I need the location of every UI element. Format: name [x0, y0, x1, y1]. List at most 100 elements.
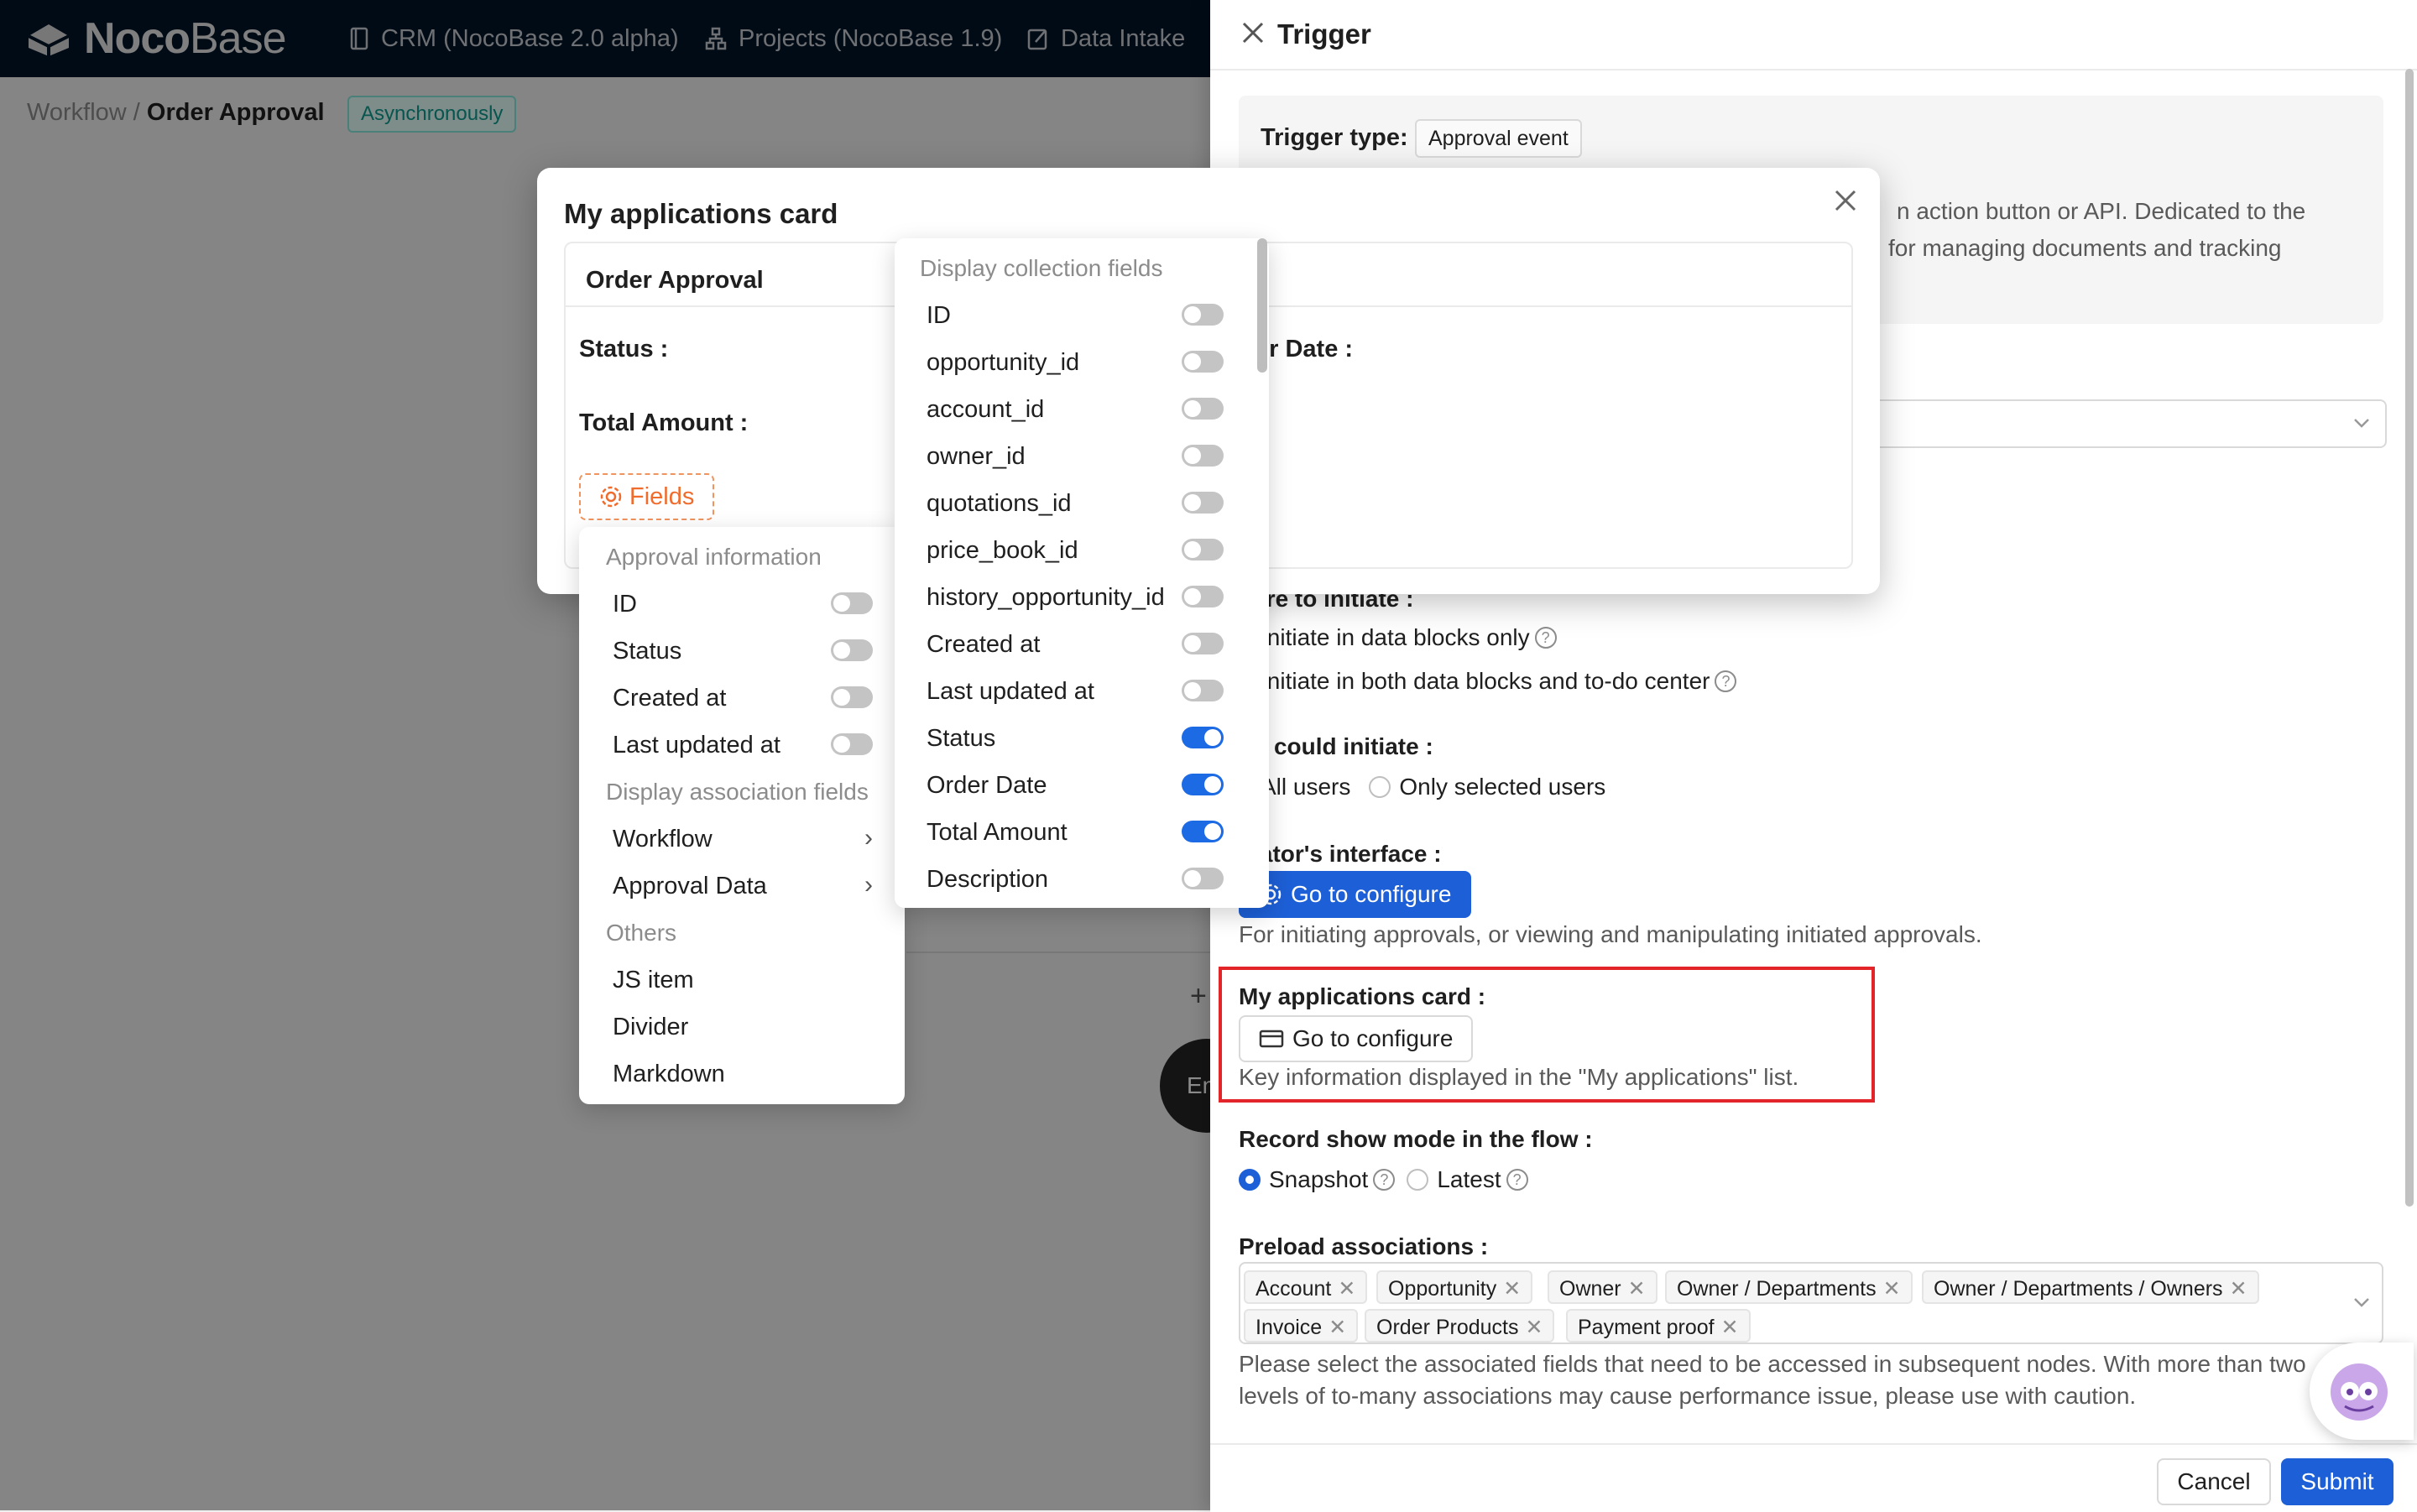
radio-data-blocks-only[interactable]: Initiate in data blocks only?: [1230, 624, 1569, 651]
toggle-last-updated-at[interactable]: [1182, 680, 1224, 701]
menu-item-approval-data[interactable]: Approval Data: [613, 873, 767, 900]
radio-snapshot[interactable]: [1239, 1169, 1261, 1191]
close-icon[interactable]: ✕: [1503, 1277, 1521, 1301]
menu-item-last-updated-at[interactable]: Last updated at: [927, 678, 1094, 706]
menu-item-account-id[interactable]: account_id: [927, 396, 1044, 424]
close-icon[interactable]: [1239, 18, 1267, 47]
toggle-id[interactable]: [1182, 304, 1224, 326]
modal-title: My applications card: [564, 198, 838, 229]
menu-item-markdown[interactable]: Markdown: [613, 1061, 725, 1088]
initiator-help-text: For initiating approvals, or viewing and…: [1239, 921, 1982, 947]
close-icon[interactable]: ✕: [1338, 1277, 1355, 1301]
submit-button[interactable]: Submit: [2281, 1458, 2394, 1505]
menu-item-js-item[interactable]: JS item: [613, 967, 694, 994]
menu-item-opportunity-id[interactable]: opportunity_id: [927, 349, 1079, 377]
initiator-configure-button[interactable]: Go to configure: [1239, 871, 1472, 918]
close-icon[interactable]: ✕: [2230, 1277, 2247, 1301]
radio-both-blocks-todo[interactable]: Initiate in both data blocks and to-do c…: [1230, 668, 1748, 695]
chevron-down-icon: [2354, 1298, 2369, 1307]
chip-label: Opportunity: [1388, 1277, 1497, 1301]
question-icon[interactable]: ?: [1373, 1169, 1396, 1191]
close-icon[interactable]: ✕: [1721, 1316, 1739, 1339]
close-icon[interactable]: ✕: [1329, 1316, 1346, 1339]
toggle-approval-created-at[interactable]: [831, 686, 873, 708]
preload-help-line-2: levels of to-many associations may cause…: [1239, 1383, 2137, 1409]
toggle-total-amount[interactable]: [1182, 821, 1224, 842]
toggle-history-opportunity-id[interactable]: [1182, 586, 1224, 607]
button-label: Fields: [629, 482, 695, 510]
menu-group-association-fields: Display association fields: [606, 779, 869, 805]
menu-item-description[interactable]: Description: [927, 866, 1048, 894]
drawer-header: Trigger: [1210, 0, 2417, 70]
radio-group-record-mode: Snapshot? Latest?: [1239, 1166, 1540, 1193]
drawer-scrollbar[interactable]: [2405, 69, 2414, 1207]
chip-opportunity[interactable]: Opportunity ✕: [1376, 1270, 1533, 1304]
ai-assistant-button[interactable]: [2310, 1343, 2414, 1440]
drawer-title: Trigger: [1277, 18, 1371, 50]
toggle-approval-updated-at[interactable]: [831, 733, 873, 755]
fields-button[interactable]: Fields: [579, 473, 715, 520]
chip-label: Order Products: [1376, 1316, 1519, 1339]
menu-item-owner-id[interactable]: owner_id: [927, 443, 1026, 471]
card-field-order-date: er Date :: [1255, 336, 1354, 362]
radio-latest[interactable]: [1407, 1169, 1429, 1191]
toggle-opportunity-id[interactable]: [1182, 351, 1224, 373]
question-icon[interactable]: ?: [1534, 627, 1557, 649]
chip-invoice[interactable]: Invoice ✕: [1244, 1309, 1359, 1343]
close-icon[interactable]: [1831, 186, 1860, 215]
question-icon[interactable]: ?: [1715, 670, 1737, 692]
toggle-owner-id[interactable]: [1182, 445, 1224, 467]
chip-owner-departments-owners[interactable]: Owner / Departments / Owners ✕: [1922, 1270, 2259, 1304]
menu-item-workflow[interactable]: Workflow: [613, 826, 713, 853]
menu-item-approval-id[interactable]: ID: [613, 591, 637, 618]
toggle-account-id[interactable]: [1182, 398, 1224, 420]
menu-item-price-book-id[interactable]: price_book_id: [927, 537, 1078, 565]
close-icon[interactable]: ✕: [1526, 1316, 1543, 1339]
ai-avatar-icon: [2331, 1363, 2388, 1421]
menu-group-others: Others: [606, 920, 677, 946]
trigger-type-tag: Approval event: [1415, 119, 1582, 158]
toggle-approval-id[interactable]: [831, 592, 873, 614]
toggle-status[interactable]: [1182, 727, 1224, 748]
menu-item-history-opportunity-id[interactable]: history_opportunity_id: [927, 584, 1165, 612]
chip-owner[interactable]: Owner ✕: [1548, 1270, 1657, 1304]
record-show-mode-label: Record show mode in the flow :: [1239, 1126, 1593, 1152]
button-label: Go to configure: [1291, 881, 1452, 907]
collection-fields-submenu: [895, 238, 1269, 908]
toggle-price-book-id[interactable]: [1182, 539, 1224, 560]
close-icon[interactable]: ✕: [1883, 1277, 1901, 1301]
toggle-created-at[interactable]: [1182, 633, 1224, 654]
toggle-description[interactable]: [1182, 868, 1224, 889]
menu-item-total-amount[interactable]: Total Amount: [927, 819, 1068, 847]
radio-selected-users[interactable]: [1369, 776, 1391, 798]
chip-label: Payment proof: [1578, 1316, 1715, 1339]
radio-group-who: All users Only selected users: [1230, 774, 1605, 800]
close-icon[interactable]: ✕: [1628, 1277, 1646, 1301]
menu-item-created-at[interactable]: Created at: [927, 631, 1040, 659]
menu-item-order-date[interactable]: Order Date: [927, 772, 1047, 800]
radio-label-selected-users: Only selected users: [1399, 774, 1606, 800]
submenu-scrollbar[interactable]: [1257, 238, 1267, 373]
card-title: Order Approval: [586, 267, 764, 294]
chip-owner-departments[interactable]: Owner / Departments ✕: [1665, 1270, 1913, 1304]
cancel-button[interactable]: Cancel: [2157, 1458, 2271, 1505]
chip-account[interactable]: Account ✕: [1244, 1270, 1368, 1304]
chip-payment-proof[interactable]: Payment proof ✕: [1566, 1309, 1751, 1343]
chip-label: Owner / Departments / Owners: [1934, 1277, 2223, 1301]
question-icon[interactable]: ?: [1506, 1169, 1528, 1191]
menu-item-approval-status[interactable]: Status: [613, 638, 681, 665]
chevron-right-icon: ›: [864, 824, 873, 852]
chip-label: Account: [1255, 1277, 1332, 1301]
menu-item-approval-created-at[interactable]: Created at: [613, 685, 726, 712]
trigger-description-line-2: for managing documents and tracking: [1888, 235, 2282, 261]
menu-item-id[interactable]: ID: [927, 302, 951, 330]
trigger-type-label: Trigger type:: [1261, 124, 1408, 151]
menu-item-status[interactable]: Status: [927, 725, 995, 753]
toggle-quotations-id[interactable]: [1182, 492, 1224, 514]
toggle-approval-status[interactable]: [831, 639, 873, 661]
menu-item-divider[interactable]: Divider: [613, 1014, 688, 1041]
menu-item-quotations-id[interactable]: quotations_id: [927, 490, 1072, 518]
menu-item-approval-updated-at[interactable]: Last updated at: [613, 732, 780, 759]
toggle-order-date[interactable]: [1182, 774, 1224, 795]
chip-order-products[interactable]: Order Products ✕: [1365, 1309, 1555, 1343]
